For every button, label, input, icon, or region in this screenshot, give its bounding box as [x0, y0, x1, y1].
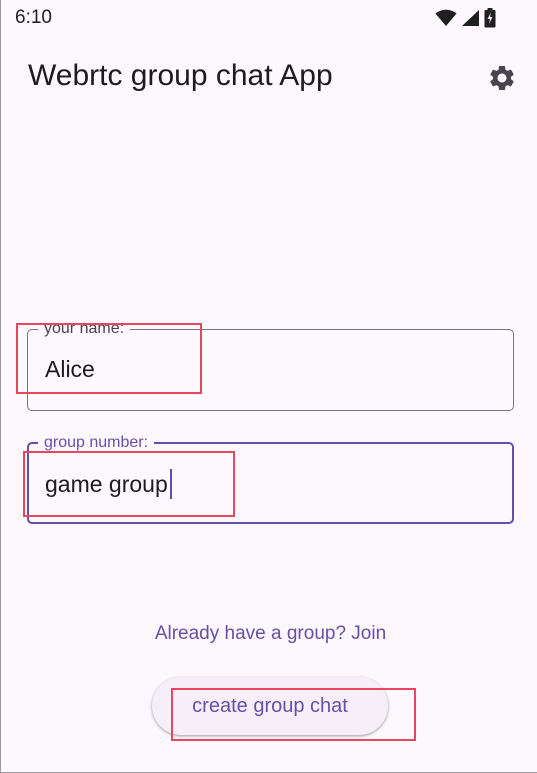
status-bar: 6:10: [1, 0, 537, 36]
app-title: Webrtc group chat App: [28, 59, 333, 92]
join-group-link-label: Already have a group? Join: [154, 623, 387, 644]
settings-button[interactable]: [483, 59, 521, 97]
status-icons: [435, 7, 496, 29]
join-group-link[interactable]: Already have a group? Join: [1, 623, 537, 645]
name-input-value[interactable]: Alice: [45, 356, 95, 383]
wifi-icon: [435, 9, 457, 27]
app-bar: Webrtc group chat App: [1, 44, 537, 112]
group-number-field[interactable]: group number: game group: [27, 433, 514, 524]
battery-icon: [484, 8, 496, 28]
group-number-input-value[interactable]: game group: [45, 469, 172, 499]
group-number-field-label: group number:: [38, 433, 155, 453]
group-number-input-text: game group: [45, 470, 168, 497]
name-field-label: your name:: [38, 319, 131, 339]
status-time: 6:10: [15, 7, 52, 28]
name-field[interactable]: your name: Alice: [27, 319, 514, 411]
text-cursor: [169, 469, 172, 499]
app-screen: 6:10 Webrtc group chat App your name: Al…: [0, 0, 537, 773]
name-input-text: Alice: [45, 356, 95, 382]
gear-icon: [490, 66, 514, 90]
signal-icon: [461, 9, 480, 27]
create-group-chat-button[interactable]: create group chat: [152, 677, 388, 735]
